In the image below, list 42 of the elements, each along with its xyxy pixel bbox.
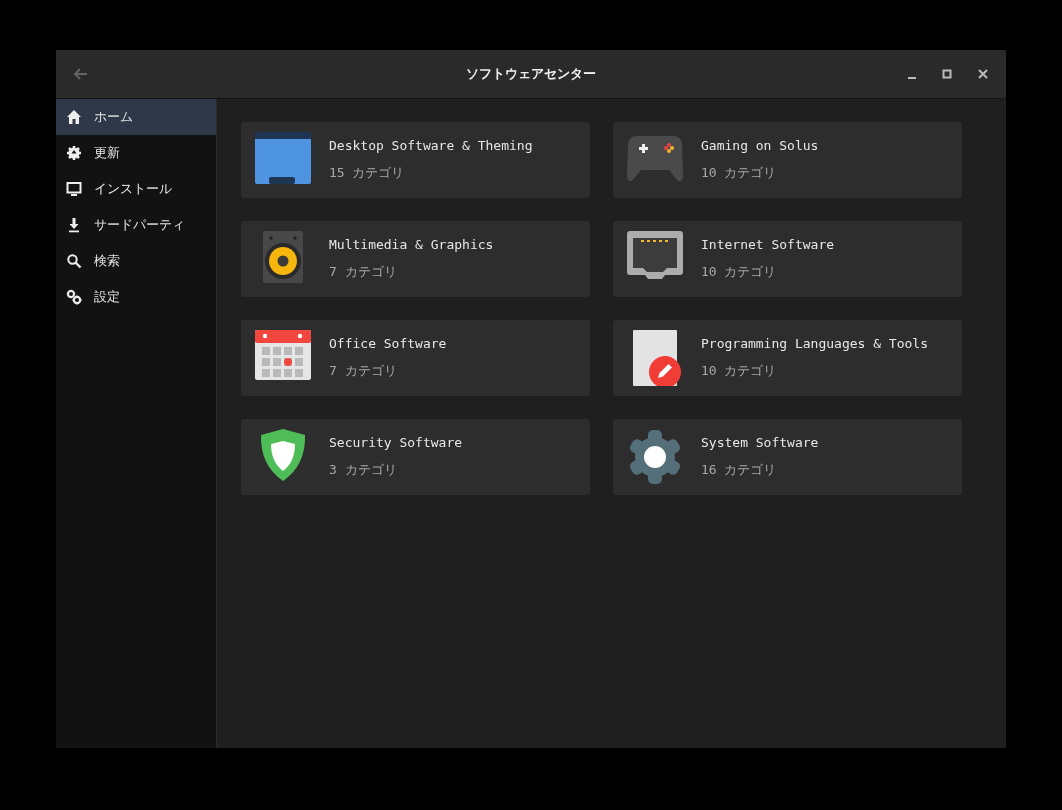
category-count: 10 カテゴリ: [701, 263, 778, 281]
sidebar-item[interactable]: 検索: [56, 243, 216, 279]
category-name: Internet Software: [701, 237, 835, 252]
category-count: 3 カテゴリ: [329, 461, 398, 479]
category-count: 10 カテゴリ: [701, 164, 778, 182]
search-icon: [66, 253, 82, 269]
category-count: 16 カテゴリ: [701, 461, 778, 479]
category-name: Office Software: [329, 336, 447, 351]
category-card[interactable]: Multimedia & Graphics 7 カテゴリ: [241, 221, 590, 297]
category-card[interactable]: Internet Software 10 カテゴリ: [613, 221, 962, 297]
gear-icon: [66, 145, 82, 161]
category-count: 15 カテゴリ: [329, 164, 406, 182]
category-count: 7 カテゴリ: [329, 263, 398, 281]
download-icon: [66, 217, 82, 233]
category-name: Security Software: [329, 435, 463, 450]
category-name: Multimedia & Graphics: [329, 237, 494, 252]
sidebar-item[interactable]: 設定: [56, 279, 216, 315]
minimize-icon: [908, 77, 916, 79]
monitor-icon: [66, 181, 82, 197]
settings-icon: [66, 289, 82, 305]
maximize-icon: [942, 69, 952, 79]
close-icon: [978, 69, 988, 79]
category-card[interactable]: Security Software 3 カテゴリ: [241, 419, 590, 495]
category-name: Desktop Software & Theming: [329, 138, 533, 153]
category-card[interactable]: Programming Languages & Tools 10 カテゴリ: [613, 320, 962, 396]
category-name: System Software: [701, 435, 819, 450]
window-title: ソフトウェアセンター: [466, 66, 596, 81]
back-arrow-icon: [74, 68, 88, 80]
sidebar-item[interactable]: 更新: [56, 135, 216, 171]
category-count: 7 カテゴリ: [329, 362, 398, 380]
category-card[interactable]: System Software 16 カテゴリ: [613, 419, 962, 495]
sidebar-item[interactable]: ホーム: [56, 99, 216, 135]
category-card[interactable]: Office Software 7 カテゴリ: [241, 320, 590, 396]
category-card[interactable]: Desktop Software & Theming 15 カテゴリ: [241, 122, 590, 198]
gear-icon: [627, 429, 683, 485]
category-count: 10 カテゴリ: [701, 362, 778, 380]
sidebar-item[interactable]: インストール: [56, 171, 216, 207]
home-icon: [66, 109, 82, 125]
category-name: Gaming on Solus: [701, 138, 819, 153]
sidebar-item[interactable]: サードパーティ: [56, 207, 216, 243]
category-card[interactable]: Gaming on Solus 10 カテゴリ: [613, 122, 962, 198]
category-name: Programming Languages & Tools: [701, 336, 928, 351]
